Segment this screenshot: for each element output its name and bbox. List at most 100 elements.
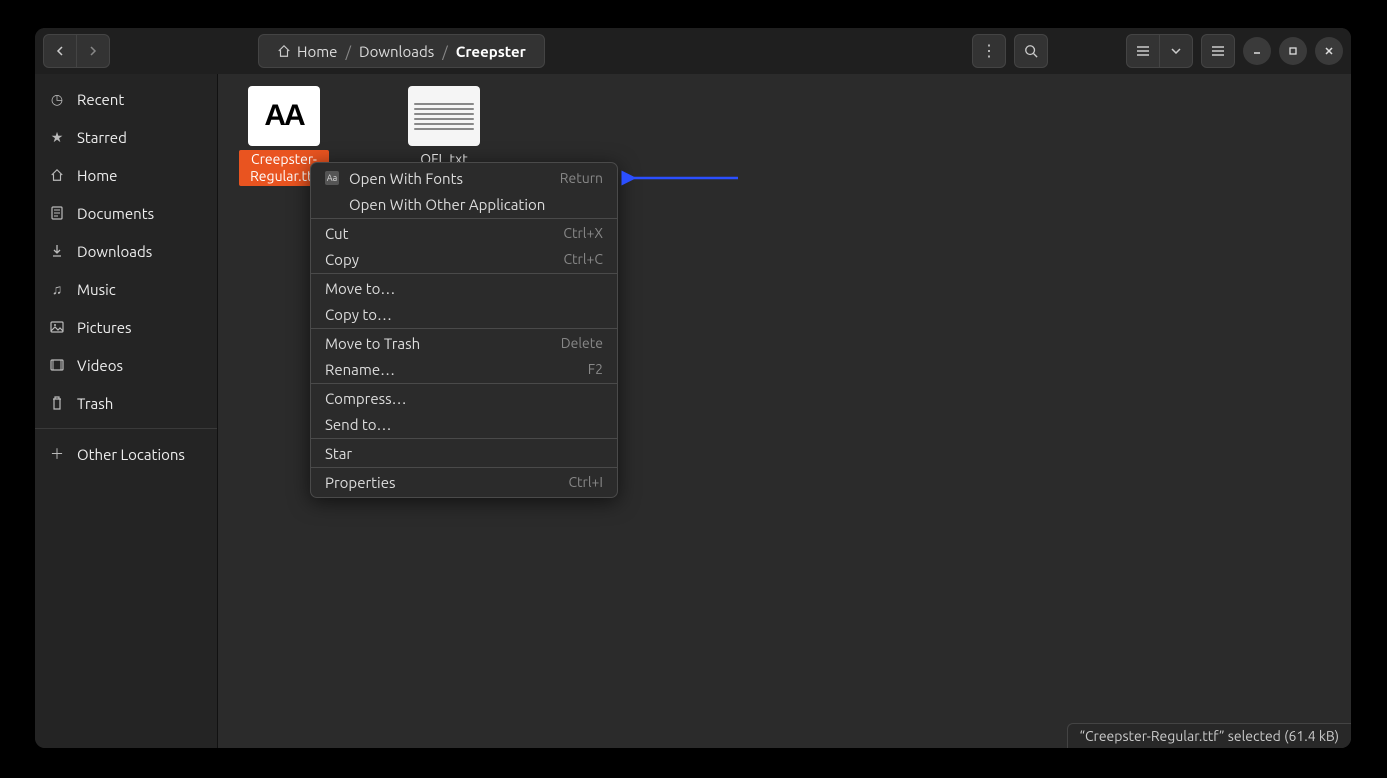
trash-icon	[49, 396, 65, 410]
sidebar-item-label: Pictures	[77, 319, 132, 336]
path-menu-button[interactable]: ⋮	[972, 34, 1006, 68]
context-item-label: Copy to…	[325, 306, 392, 323]
sidebar-item-pictures[interactable]: Pictures	[35, 308, 217, 346]
close-icon	[1324, 46, 1334, 56]
context-rename[interactable]: Rename… F2	[311, 356, 617, 382]
status-bar: “Creepster-Regular.ttf” selected (61.4 k…	[1067, 723, 1351, 748]
context-item-label: Properties	[325, 474, 396, 491]
status-text: “Creepster-Regular.ttf” selected (61.4 k…	[1080, 728, 1339, 744]
search-icon	[1024, 44, 1038, 58]
sidebar-item-label: Other Locations	[77, 446, 185, 463]
context-item-shortcut: Ctrl+X	[563, 225, 603, 241]
list-icon	[1136, 45, 1150, 57]
context-item-shortcut: Ctrl+I	[568, 474, 603, 490]
context-menu: Aa Open With Fonts Return Open With Othe…	[310, 162, 618, 498]
breadcrumb-home[interactable]: Home	[271, 43, 343, 60]
minimize-button[interactable]	[1243, 37, 1271, 65]
context-copy[interactable]: Copy Ctrl+C	[311, 246, 617, 272]
breadcrumb-current[interactable]: Creepster	[450, 43, 532, 60]
file-item-txt[interactable]: OFL.txt	[394, 86, 494, 169]
context-item-label: Open With Fonts	[349, 170, 463, 187]
context-compress[interactable]: Compress…	[311, 385, 617, 411]
view-dropdown-button[interactable]	[1159, 34, 1193, 68]
sidebar-item-label: Videos	[77, 357, 123, 374]
txt-thumbnail	[408, 86, 480, 146]
context-copy-to[interactable]: Copy to…	[311, 301, 617, 327]
context-open-with-fonts[interactable]: Aa Open With Fonts Return	[311, 165, 617, 191]
context-item-label: Star	[325, 445, 352, 462]
back-button[interactable]	[43, 34, 77, 68]
forward-button[interactable]	[76, 34, 110, 68]
hamburger-menu-button[interactable]	[1201, 34, 1235, 68]
sidebar-item-videos[interactable]: Videos	[35, 346, 217, 384]
context-send-to[interactable]: Send to…	[311, 411, 617, 437]
close-button[interactable]	[1315, 37, 1343, 65]
main-pane[interactable]: AA Creepster-Regular.ttf OFL.txt Aa Open…	[218, 74, 1351, 748]
context-open-with-other[interactable]: Open With Other Application	[311, 191, 617, 217]
hamburger-icon	[1211, 45, 1225, 57]
context-star[interactable]: Star	[311, 440, 617, 466]
context-separator	[311, 218, 617, 219]
context-item-label: Rename…	[325, 361, 395, 378]
home-icon	[49, 168, 65, 182]
sidebar-item-recent[interactable]: ◷ Recent	[35, 80, 217, 118]
context-item-shortcut: Return	[560, 170, 603, 186]
sidebar-item-downloads[interactable]: Downloads	[35, 232, 217, 270]
music-icon: ♫	[49, 281, 65, 297]
maximize-icon	[1288, 46, 1298, 56]
sidebar: ◷ Recent ★ Starred Home Documents	[35, 74, 218, 748]
context-item-label: Open With Other Application	[349, 196, 545, 213]
sidebar-separator	[35, 428, 217, 429]
context-item-label: Copy	[325, 251, 359, 268]
context-move-to-trash[interactable]: Move to Trash Delete	[311, 330, 617, 356]
pictures-icon	[49, 321, 65, 333]
sidebar-item-other-locations[interactable]: ＋ Other Locations	[35, 435, 217, 473]
context-cut[interactable]: Cut Ctrl+X	[311, 220, 617, 246]
path-bar: Home / Downloads / Creepster	[258, 34, 545, 68]
downloads-icon	[49, 244, 65, 258]
sidebar-item-label: Starred	[77, 129, 127, 146]
sidebar-item-label: Music	[77, 281, 116, 298]
plus-icon: ＋	[49, 444, 65, 464]
breadcrumb-home-label: Home	[297, 43, 337, 60]
search-button[interactable]	[1014, 34, 1048, 68]
context-item-shortcut: Ctrl+C	[563, 251, 603, 267]
context-separator	[311, 467, 617, 468]
context-separator	[311, 328, 617, 329]
context-item-label: Cut	[325, 225, 349, 242]
context-item-shortcut: Delete	[561, 335, 603, 351]
context-move-to[interactable]: Move to…	[311, 275, 617, 301]
sidebar-item-documents[interactable]: Documents	[35, 194, 217, 232]
minimize-icon	[1252, 46, 1262, 56]
sidebar-item-music[interactable]: ♫ Music	[35, 270, 217, 308]
context-separator	[311, 383, 617, 384]
breadcrumb-separator: /	[440, 43, 450, 60]
fonts-app-icon: Aa	[325, 171, 339, 185]
file-manager-window: Home / Downloads / Creepster ⋮	[35, 28, 1351, 748]
titlebar: Home / Downloads / Creepster ⋮	[35, 28, 1351, 74]
context-properties[interactable]: Properties Ctrl+I	[311, 469, 617, 495]
maximize-button[interactable]	[1279, 37, 1307, 65]
breadcrumb-downloads[interactable]: Downloads	[353, 43, 440, 60]
sidebar-item-trash[interactable]: Trash	[35, 384, 217, 422]
sidebar-item-home[interactable]: Home	[35, 156, 217, 194]
sidebar-item-starred[interactable]: ★ Starred	[35, 118, 217, 156]
breadcrumb-separator: /	[343, 43, 353, 60]
videos-icon	[49, 359, 65, 371]
sidebar-item-label: Home	[77, 167, 117, 184]
sidebar-item-label: Downloads	[77, 243, 152, 260]
context-item-label: Move to Trash	[325, 335, 420, 352]
context-item-label: Move to…	[325, 280, 395, 297]
home-icon	[277, 44, 291, 58]
sidebar-item-label: Recent	[77, 91, 124, 108]
context-item-shortcut: F2	[588, 361, 603, 377]
context-item-label: Compress…	[325, 390, 407, 407]
documents-icon	[49, 206, 65, 220]
font-thumbnail: AA	[248, 86, 320, 146]
context-separator	[311, 273, 617, 274]
clock-icon: ◷	[49, 91, 65, 108]
sidebar-item-label: Trash	[77, 395, 113, 412]
star-icon: ★	[49, 129, 65, 146]
view-list-button[interactable]	[1126, 34, 1160, 68]
chevron-down-icon	[1171, 48, 1181, 54]
